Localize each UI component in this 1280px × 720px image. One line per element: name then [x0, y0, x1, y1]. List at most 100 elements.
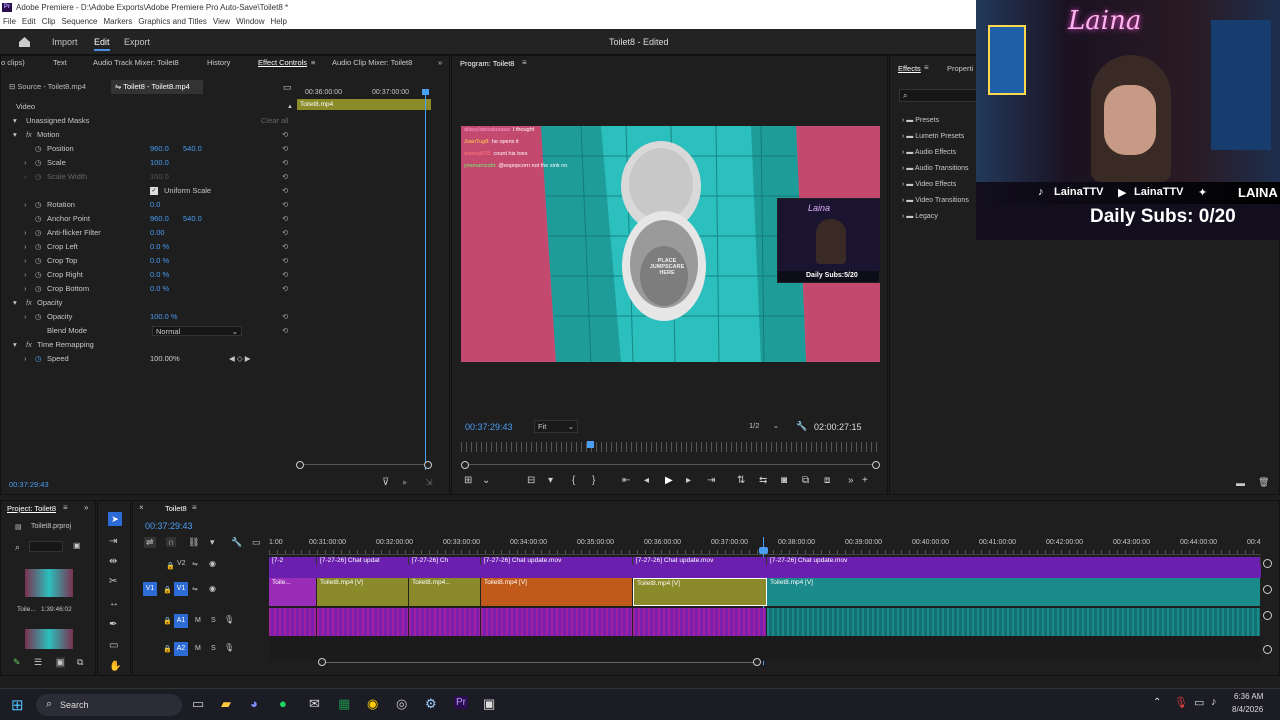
expand-arrow-icon[interactable]: ▾	[13, 338, 17, 352]
tab-effects[interactable]: Effects	[898, 64, 921, 73]
program-scrubber[interactable]	[461, 442, 881, 452]
menu-item[interactable]: Sequence	[61, 15, 97, 29]
excel-icon[interactable]: ▦	[338, 696, 350, 712]
stopwatch-icon[interactable]: ◷	[35, 142, 42, 156]
eye-icon[interactable]: ◉	[209, 584, 216, 593]
menu-icon[interactable]: ≡	[311, 56, 315, 70]
camera-icon[interactable]: ◙	[781, 475, 787, 486]
settings-wrench-icon[interactable]: 🔧	[231, 537, 242, 548]
a1-clip[interactable]	[409, 608, 481, 636]
v2-clip[interactable]: [7-27-26] Chat update.mov	[481, 557, 633, 565]
track-v1[interactable]: Toile... Toilet8.mp4 [V] Toilet8.mp4... Toi…	[269, 578, 1261, 606]
v1-clip[interactable]: Toile...	[269, 578, 317, 606]
track-select-tool-icon[interactable]: ⇥	[109, 536, 117, 547]
v1-clip[interactable]: Toilet8.mp4 [V]	[633, 578, 767, 606]
tab-no-clips[interactable]: o clips)	[1, 56, 25, 70]
a1-clip[interactable]	[633, 608, 767, 636]
linked-selection-icon[interactable]: ⛓	[188, 537, 199, 548]
play-audio-icon[interactable]: ▸	[403, 477, 408, 488]
expand-arrow-icon[interactable]: ›	[24, 268, 27, 282]
expand-arrow-icon[interactable]: ▾	[13, 114, 17, 128]
search-icon[interactable]: ⌕	[15, 542, 20, 553]
app-icon[interactable]: ▣	[483, 696, 495, 712]
mail-icon[interactable]: ✉	[309, 696, 320, 712]
expand-arrow-icon[interactable]: ›	[24, 226, 27, 240]
expand-arrow-icon[interactable]: ›	[902, 149, 904, 156]
v2-clip[interactable]: [7-27-26] Ch	[409, 557, 481, 565]
menu-item[interactable]: Graphics and Titles	[138, 15, 206, 29]
stopwatch-icon[interactable]: ◷	[35, 198, 42, 212]
windows-start-icon[interactable]: ⊞	[11, 696, 24, 714]
reset-icon[interactable]: ⟲	[282, 240, 288, 254]
expand-arrow-icon[interactable]: ›	[902, 181, 904, 188]
timeline-playhead-handle[interactable]	[759, 547, 768, 554]
v2-clip[interactable]: [7-27-26] Chat update.mov	[767, 557, 1261, 565]
ripple-edit-tool-icon[interactable]: ⇹	[109, 556, 117, 567]
eye-icon[interactable]: ◉	[209, 559, 216, 568]
wrench-icon[interactable]: 🔧	[796, 421, 807, 432]
workspace-edit[interactable]: Edit	[94, 37, 110, 51]
v2-clip[interactable]: [7-2	[269, 557, 317, 565]
v1-clip[interactable]: Toilet8.mp4 [V]	[481, 578, 633, 606]
home-icon[interactable]	[18, 36, 31, 48]
expand-arrow-icon[interactable]: ›	[24, 240, 27, 254]
stopwatch-icon[interactable]: ◷	[35, 268, 42, 282]
mute-button[interactable]: M	[195, 617, 201, 624]
menu-icon[interactable]: ≡	[522, 58, 527, 67]
menu-item[interactable]: Clip	[42, 15, 56, 29]
pencil-icon[interactable]: ✎	[13, 657, 21, 668]
discord-icon[interactable]: ◕	[250, 696, 258, 711]
steam-icon[interactable]: ⚙	[425, 696, 437, 712]
lock-icon[interactable]: 🔒	[163, 617, 172, 625]
track-a1[interactable]	[269, 608, 1261, 636]
expand-arrow-icon[interactable]: ›	[24, 352, 27, 366]
position-y-value[interactable]: 540.0	[183, 142, 202, 156]
filter-icon[interactable]: ⊽	[382, 477, 389, 488]
expand-arrow-icon[interactable]: ›	[24, 282, 27, 296]
expand-arrow-icon[interactable]: ›	[24, 198, 27, 212]
menu-item[interactable]: Edit	[22, 15, 36, 29]
program-video-frame[interactable]: PLACE JUMPSCARE HERE atlasylatesalaxaaa:…	[461, 126, 880, 362]
v1-clip[interactable]: Toilet8.mp4 [V]	[767, 578, 1261, 606]
add-button-icon[interactable]: +	[862, 475, 868, 486]
a1-clip[interactable]	[481, 608, 633, 636]
nest-toggle-icon[interactable]: ⇌	[144, 537, 156, 548]
menu-icon[interactable]: ≡	[192, 503, 197, 512]
crop-bottom-value[interactable]: 0.0 %	[150, 282, 169, 296]
project-search-input[interactable]	[29, 541, 63, 552]
expand-arrow-icon[interactable]: ›	[24, 254, 27, 268]
ec-playhead[interactable]	[425, 90, 426, 470]
export-frame-icon[interactable]: ⇲	[425, 477, 433, 488]
rotation-value[interactable]: 0.0	[150, 198, 160, 212]
new-bin-icon[interactable]: ▣	[73, 541, 81, 550]
sync-lock-icon[interactable]: ⇋	[192, 560, 198, 568]
timeline-zoom-handle-right[interactable]	[753, 658, 761, 666]
track-v2[interactable]: [7-2 [7-27-26] Chat updat [7-27-26] Ch [7-2…	[269, 557, 1261, 578]
lock-icon[interactable]: 🔒	[163, 586, 172, 594]
mic-icon[interactable]: 🎙	[224, 643, 234, 652]
slip-tool-icon[interactable]: ↔	[109, 598, 119, 609]
go-to-out-icon[interactable]: ⇥	[707, 475, 715, 486]
reset-icon[interactable]: ⟲	[282, 142, 288, 156]
position-x-value[interactable]: 960.0	[150, 142, 169, 156]
clip-thumbnail[interactable]	[25, 569, 73, 597]
stopwatch-icon[interactable]: ◷	[35, 352, 42, 366]
a1-clip[interactable]	[269, 608, 317, 636]
vertical-scroll-handle[interactable]	[1263, 559, 1272, 568]
tab-properties[interactable]: Properti	[947, 64, 973, 73]
vertical-scroll-handle[interactable]	[1263, 611, 1272, 620]
menu-icon[interactable]: ≡	[63, 503, 68, 512]
clip-thumbnail-2[interactable]	[25, 629, 73, 649]
track-label-a1[interactable]: A1	[174, 614, 188, 628]
anchor-x-value[interactable]: 960.0	[150, 212, 169, 226]
mic-icon[interactable]: 🎙	[224, 615, 234, 624]
obs-icon[interactable]: ◎	[396, 696, 407, 712]
menu-item[interactable]: File	[3, 15, 16, 29]
stopwatch-icon[interactable]: ◷	[35, 212, 42, 226]
resolution-dropdown[interactable]: 1/2 ⌄	[746, 420, 782, 433]
tab-program[interactable]: Program: Toilet8	[460, 59, 514, 68]
display-icon[interactable]: ▭	[1194, 696, 1204, 709]
lift-clip-icon[interactable]: ⇅	[737, 475, 745, 486]
opacity-value[interactable]: 100.0 %	[150, 310, 178, 324]
tab-text[interactable]: Text	[53, 56, 67, 70]
